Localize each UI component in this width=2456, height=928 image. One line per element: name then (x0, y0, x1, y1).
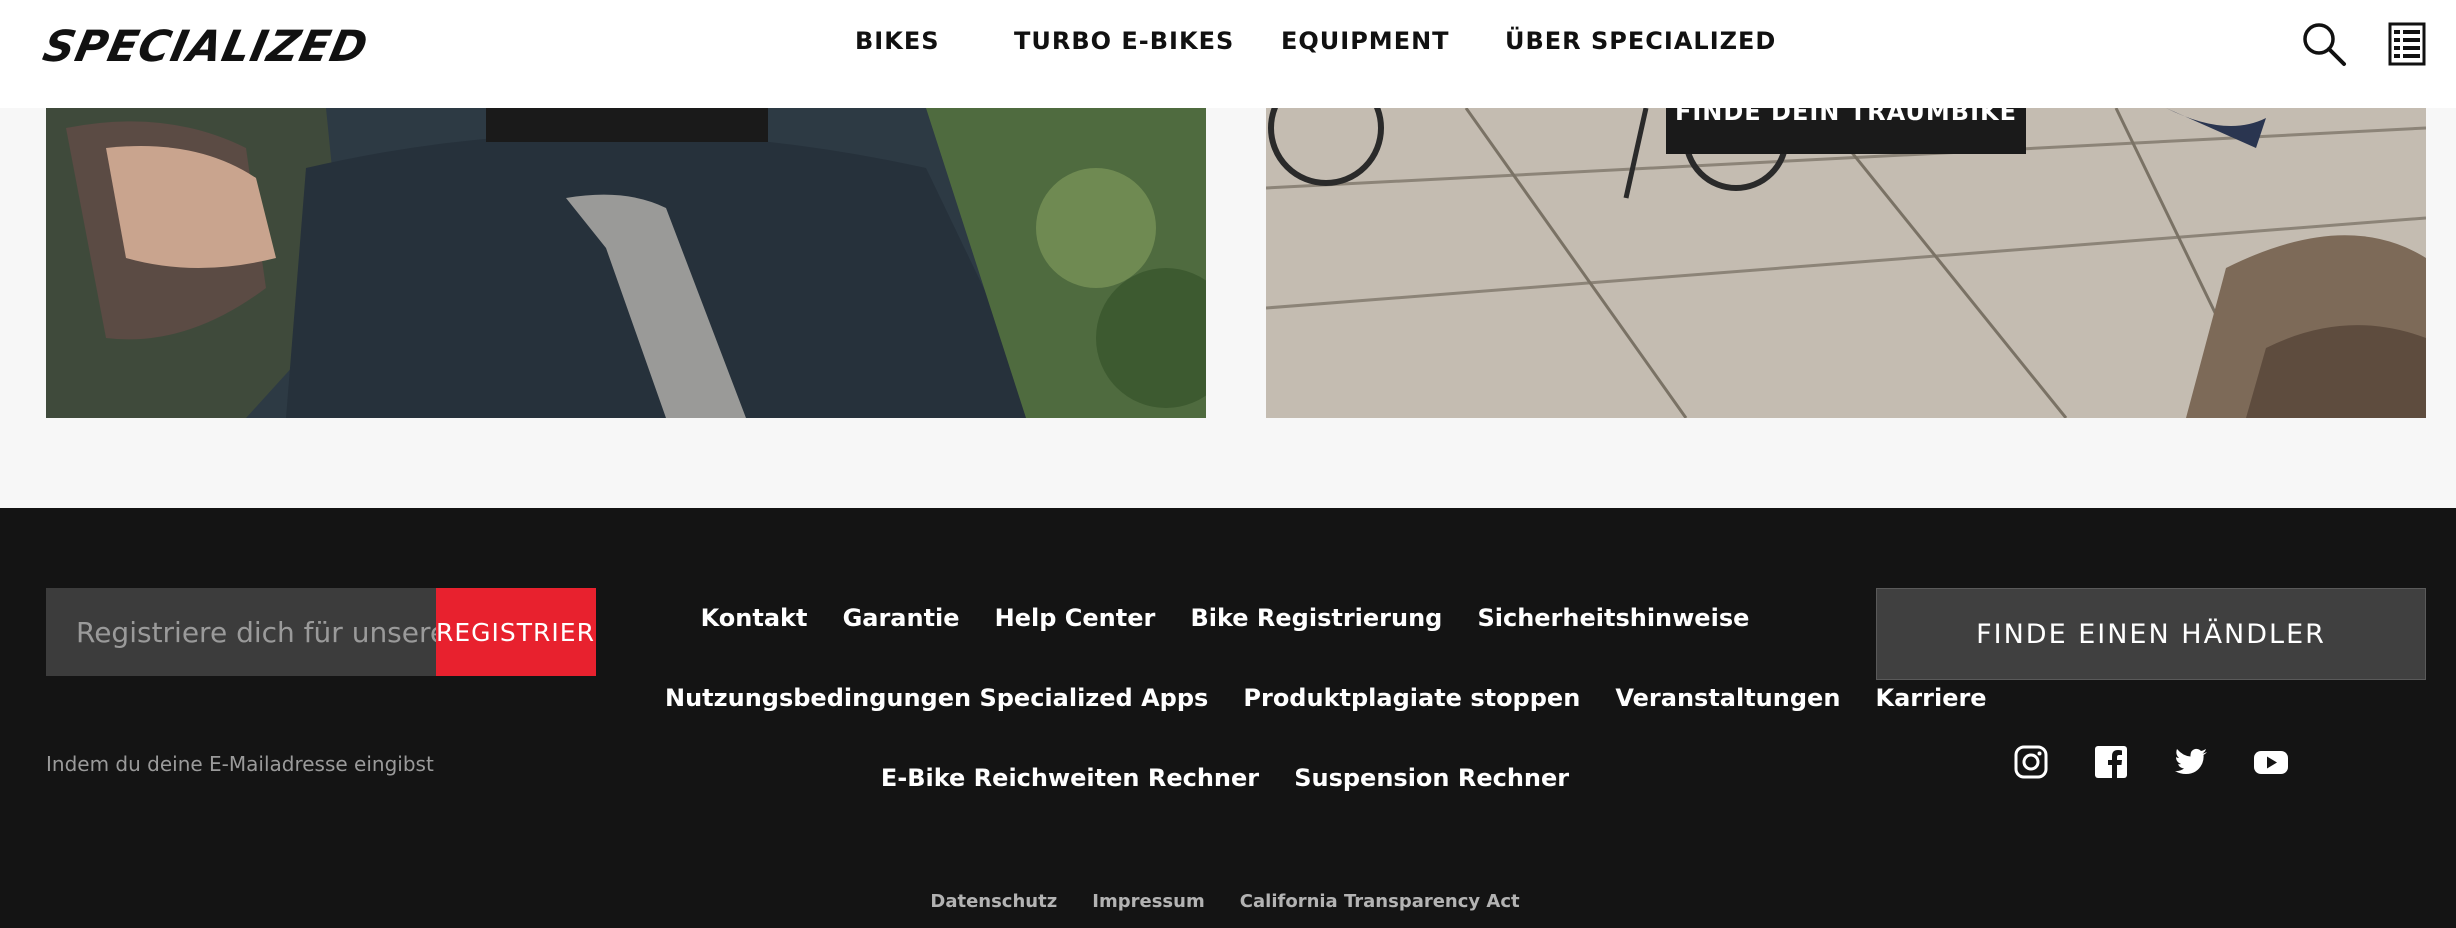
footer-link-sicherheitshinweise[interactable]: Sicherheitshinweise (1477, 604, 1749, 632)
footer-link-veranstaltungen[interactable]: Veranstaltungen (1615, 684, 1840, 712)
finde-dein-traumbike-button[interactable]: FINDE DEIN TRAUMBIKE (1666, 108, 2026, 154)
apparel-photo (46, 108, 1206, 418)
footer-link-row-1: Kontakt Garantie Help Center Bike Regist… (650, 604, 1800, 632)
finde-einen-haendler-button[interactable]: FINDE EINEN HÄNDLER (1876, 588, 2426, 680)
footer-link-row-2: Nutzungsbedingungen Specialized Apps Pro… (650, 684, 1987, 712)
promo-tile-apparel[interactable] (46, 108, 1206, 418)
footer-link-suspension-rechner[interactable]: Suspension Rechner (1294, 764, 1569, 792)
legal-links: Datenschutz Impressum California Transpa… (650, 891, 1800, 912)
footer-link-karriere[interactable]: Karriere (1876, 684, 1987, 712)
legal-link-california-transparency[interactable]: California Transparency Act (1240, 891, 1520, 912)
twitter-icon[interactable] (2173, 744, 2209, 780)
promo-tile-bikes[interactable]: FINDE DEIN TRAUMBIKE (1266, 108, 2426, 418)
main-nav: BIKES TURBO E-BIKES EQUIPMENT ÜBER SPECI… (0, 27, 2456, 67)
nav-equipment[interactable]: EQUIPMENT (1281, 27, 1450, 55)
newsletter-email-input[interactable] (46, 588, 436, 676)
legal-link-datenschutz[interactable]: Datenschutz (930, 891, 1057, 912)
youtube-icon[interactable] (2253, 744, 2289, 780)
menu-list-icon[interactable] (2384, 20, 2432, 68)
legal-link-impressum[interactable]: Impressum (1092, 891, 1204, 912)
footer-link-kontakt[interactable]: Kontakt (701, 604, 808, 632)
bikes-photo (1266, 108, 2426, 418)
footer-link-produktplagiate[interactable]: Produktplagiate stoppen (1243, 684, 1580, 712)
apparel-cta-button[interactable] (486, 108, 768, 142)
site-footer: REGISTRIEREN Indem du deine E-Mailadress… (0, 508, 2456, 928)
footer-link-bike-registrierung[interactable]: Bike Registrierung (1190, 604, 1442, 632)
instagram-icon[interactable] (2013, 744, 2049, 780)
search-icon[interactable] (2300, 20, 2348, 68)
footer-link-nutzungsbedingungen[interactable]: Nutzungsbedingungen Specialized Apps (665, 684, 1208, 712)
footer-link-row-3: E-Bike Reichweiten Rechner Suspension Re… (650, 764, 1800, 792)
nav-bikes[interactable]: BIKES (855, 27, 940, 55)
facebook-icon[interactable] (2093, 744, 2129, 780)
footer-link-garantie[interactable]: Garantie (843, 604, 960, 632)
newsletter-note: Indem du deine E-Mailadresse eingibst (46, 752, 434, 776)
nav-ueber-specialized[interactable]: ÜBER SPECIALIZED (1505, 27, 1776, 55)
nav-turbo-e-bikes[interactable]: TURBO E-BIKES (1014, 27, 1234, 55)
footer-link-help-center[interactable]: Help Center (995, 604, 1156, 632)
registrieren-button[interactable]: REGISTRIEREN (436, 588, 596, 676)
site-header: SPECIALIZED BIKES TURBO E-BIKES EQUIPMEN… (0, 0, 2456, 108)
footer-link-e-bike-rechner[interactable]: E-Bike Reichweiten Rechner (881, 764, 1259, 792)
